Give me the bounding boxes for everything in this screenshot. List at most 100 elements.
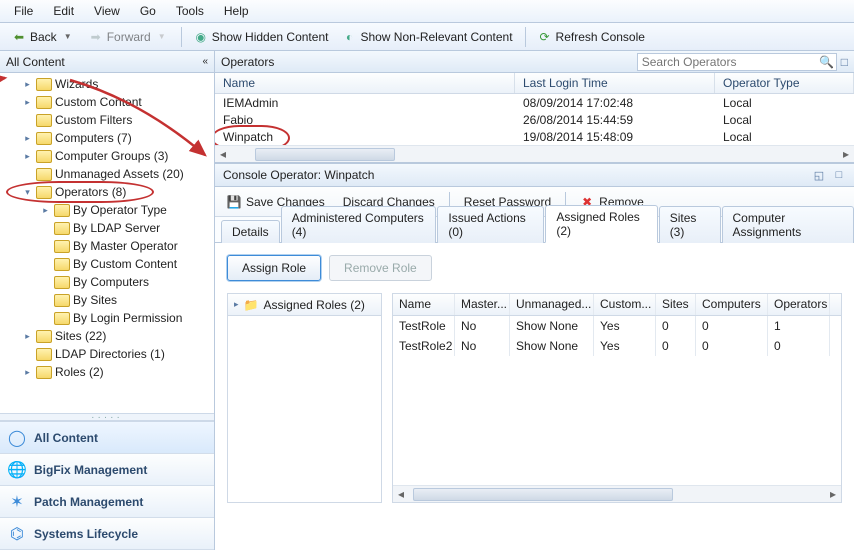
tree-item[interactable]: By Master Operator [0, 237, 214, 255]
tab[interactable]: Details [221, 220, 280, 243]
role-row[interactable]: TestRole2NoShow NoneYes000 [393, 336, 841, 356]
expand-icon[interactable]: ▸ [22, 79, 33, 90]
tree-item[interactable]: ▸Computers (7) [0, 129, 214, 147]
cell-name: Fabio [215, 113, 515, 127]
tree-item[interactable]: By Custom Content [0, 255, 214, 273]
col-time[interactable]: Last Login Time [515, 73, 715, 93]
tree-item[interactable]: ▸Computer Groups (3) [0, 147, 214, 165]
role-row[interactable]: TestRoleNoShow NoneYes001 [393, 316, 841, 336]
tree-label: By Computers [73, 275, 149, 289]
menu-help[interactable]: Help [216, 2, 257, 20]
domain-item[interactable]: ✶Patch Management [0, 486, 214, 518]
expand-icon[interactable] [40, 295, 51, 306]
horizontal-scrollbar[interactable]: ◂ ▸ [215, 145, 854, 162]
tree-item[interactable]: By Sites [0, 291, 214, 309]
scroll-left-icon[interactable]: ◂ [215, 146, 231, 162]
folder-icon [54, 204, 70, 217]
tab[interactable]: Computer Assignments [722, 206, 854, 243]
expand-icon[interactable] [22, 349, 33, 360]
menu-edit[interactable]: Edit [45, 2, 82, 20]
refresh-button[interactable]: ⟳ Refresh Console [532, 26, 651, 48]
expand-icon[interactable]: ▸ [22, 97, 33, 108]
table-row[interactable]: Winpatch19/08/2014 15:48:09Local [215, 128, 854, 145]
role-col[interactable]: Operators [768, 294, 830, 315]
expand-icon[interactable]: ▾ [22, 187, 33, 198]
search-box[interactable]: 🔍 [637, 53, 837, 71]
splitter[interactable]: ····· [0, 413, 214, 421]
search-input[interactable] [638, 55, 818, 69]
expand-icon[interactable]: ▸ [22, 151, 33, 162]
expand-icon[interactable] [22, 169, 33, 180]
role-cell: Show None [510, 336, 594, 356]
tree-item[interactable]: LDAP Directories (1) [0, 345, 214, 363]
domain-item[interactable]: 🌐BigFix Management [0, 454, 214, 486]
menu-view[interactable]: View [86, 2, 128, 20]
maximize-icon[interactable]: □ [832, 168, 846, 182]
domain-item[interactable]: ⌬ Systems Lifecycle [0, 518, 214, 550]
maximize-icon[interactable]: □ [841, 55, 848, 69]
expand-icon[interactable] [40, 259, 51, 270]
scroll-left-icon[interactable]: ◂ [393, 486, 409, 502]
expand-icon[interactable] [40, 223, 51, 234]
search-icon[interactable]: 🔍 [818, 55, 836, 69]
domain-label: Systems Lifecycle [34, 527, 138, 541]
cell-type: Local [715, 96, 854, 110]
table-row[interactable]: IEMAdmin08/09/2014 17:02:48Local [215, 94, 854, 111]
assign-role-button[interactable]: Assign Role [227, 255, 321, 281]
expand-icon[interactable]: ▸ [40, 205, 51, 216]
menu-file[interactable]: File [6, 2, 41, 20]
popout-icon[interactable]: ◱ [812, 168, 826, 182]
tree-item[interactable]: ▾Operators (8) [0, 183, 214, 201]
tree-item[interactable]: Unmanaged Assets (20) [0, 165, 214, 183]
tree-item[interactable]: Custom Filters [0, 111, 214, 129]
collapse-icon[interactable]: « [202, 56, 208, 67]
tree-item[interactable]: ▸Roles (2) [0, 363, 214, 381]
domain-item[interactable]: ◯All Content [0, 422, 214, 454]
show-nonrelevant-button[interactable]: ◐ Show Non-Relevant Content [336, 26, 518, 48]
expand-icon[interactable] [40, 277, 51, 288]
menu-tools[interactable]: Tools [168, 2, 212, 20]
expand-icon[interactable] [40, 313, 51, 324]
scroll-thumb[interactable] [413, 488, 673, 501]
tab[interactable]: Sites (3) [659, 206, 721, 243]
tree-item[interactable]: ▸Custom Content [0, 93, 214, 111]
roles-scrollbar[interactable]: ◂ ▸ [393, 485, 841, 502]
tree-item[interactable]: By LDAP Server [0, 219, 214, 237]
tree-item[interactable]: ▸By Operator Type [0, 201, 214, 219]
col-type[interactable]: Operator Type [715, 73, 854, 93]
role-col[interactable]: Master... [455, 294, 510, 315]
detail-header: Console Operator: Winpatch ◱ □ [215, 163, 854, 187]
expand-icon[interactable] [40, 241, 51, 252]
back-button[interactable]: ⬅ Back ▼ [6, 26, 81, 48]
role-tree-header[interactable]: ▸ 📁 Assigned Roles (2) [228, 294, 381, 316]
expand-icon[interactable]: ▸ [22, 133, 33, 144]
cell-type: Local [715, 113, 854, 127]
scroll-right-icon[interactable]: ▸ [825, 486, 841, 502]
tab[interactable]: Assigned Roles (2) [545, 205, 657, 243]
scroll-right-icon[interactable]: ▸ [838, 146, 854, 162]
tree-item[interactable]: ▸Sites (22) [0, 327, 214, 345]
expand-icon[interactable]: ▸ [22, 331, 33, 342]
tree-item[interactable]: By Computers [0, 273, 214, 291]
expand-icon[interactable] [22, 115, 33, 126]
show-hidden-button[interactable]: ◉ Show Hidden Content [188, 26, 335, 48]
expand-icon[interactable]: ▸ [234, 299, 239, 310]
tree-item[interactable]: ▸Wizards [0, 75, 214, 93]
remove-role-button[interactable]: Remove Role [329, 255, 432, 281]
role-col[interactable]: Computers [696, 294, 768, 315]
table-row[interactable]: Fabio26/08/2014 15:44:59Local [215, 111, 854, 128]
expand-icon[interactable]: ▸ [22, 367, 33, 378]
role-col[interactable]: Custom... [594, 294, 656, 315]
col-name[interactable]: Name [215, 73, 515, 93]
forward-button[interactable]: ➡ Forward ▼ [83, 26, 175, 48]
scroll-thumb[interactable] [255, 148, 395, 161]
role-col[interactable]: Name [393, 294, 455, 315]
tab[interactable]: Issued Actions (0) [437, 206, 544, 243]
role-col[interactable]: Unmanaged... [510, 294, 594, 315]
domain-icon: ⌬ [10, 527, 24, 541]
menu-go[interactable]: Go [132, 2, 164, 20]
tree-item[interactable]: By Login Permission [0, 309, 214, 327]
tab[interactable]: Administered Computers (4) [281, 206, 437, 243]
refresh-label: Refresh Console [556, 30, 645, 44]
role-col[interactable]: Sites [656, 294, 696, 315]
